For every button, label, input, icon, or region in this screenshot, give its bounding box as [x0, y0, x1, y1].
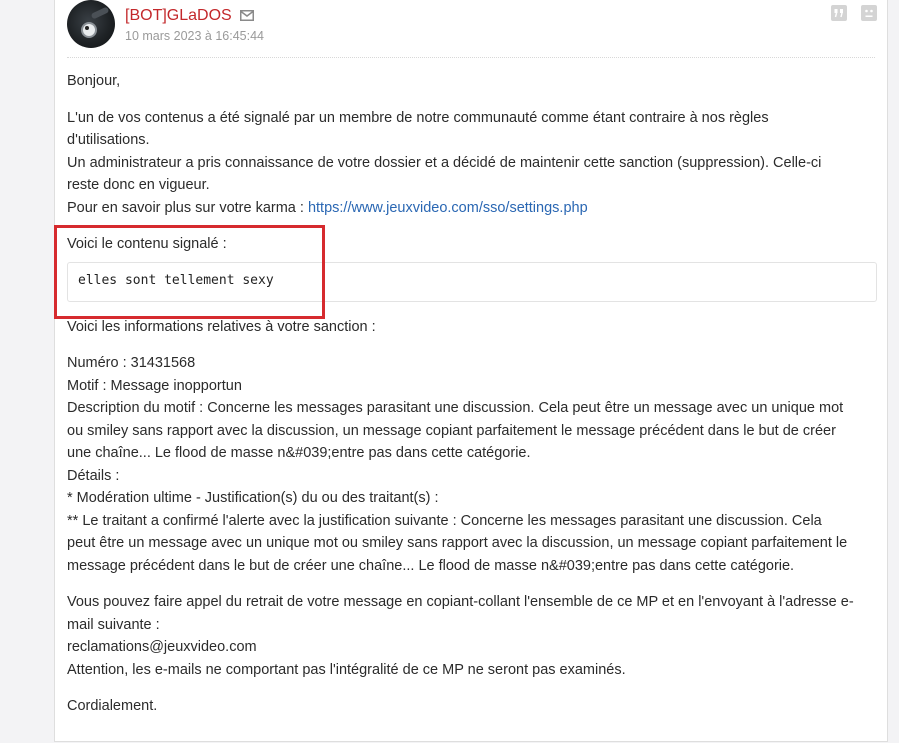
sanction-intro: Voici les informations relatives à votre…	[67, 318, 376, 335]
report-icon[interactable]	[861, 5, 877, 21]
sanction-line: Motif : Message inopportun	[67, 377, 242, 394]
avatar-robot-arm	[90, 6, 110, 20]
message-body: Bonjour, L'un de vos contenus a été sign…	[67, 70, 877, 732]
sanction-line: * Modération ultime - Justification(s) d…	[67, 490, 439, 506]
reported-content-box: elles sont tellement sexy	[67, 261, 877, 302]
intro-paragraph: L'un de vos contenus a été signalé par u…	[67, 107, 877, 220]
sanction-details: Numéro : 31431568 Motif : Message inoppo…	[67, 352, 877, 577]
intro-line: Un administrateur a pris connaissance de…	[67, 154, 822, 171]
avatar-robot-pupil	[85, 26, 89, 30]
quote-icon[interactable]	[831, 5, 847, 21]
sanction-line: Numéro : 31431568	[67, 355, 196, 371]
appeal-line: Vous pouvez faire appel du retrait de vo…	[67, 594, 854, 610]
karma-prefix: Pour en savoir plus sur votre karma :	[67, 199, 308, 216]
karma-line: Pour en savoir plus sur votre karma : ht…	[67, 197, 877, 220]
karma-link[interactable]: https://www.jeuxvideo.com/sso/settings.p…	[308, 200, 588, 216]
appeal-email: reclamations@jeuxvideo.com	[67, 639, 257, 655]
intro-line: L'un de vos contenus a été signalé par u…	[67, 109, 769, 126]
sanction-line: message précédent dans le but de créer u…	[67, 557, 795, 574]
avatar-robot-eye	[81, 22, 97, 38]
appeal-line: Attention, les e-mails ne comportant pas…	[67, 661, 626, 678]
greeting: Bonjour,	[67, 73, 121, 89]
reported-content: elles sont tellement sexy	[78, 273, 274, 289]
sanction-line: Description du motif : Concerne les mess…	[67, 400, 844, 416]
sanction-line: ou smiley sans rapport avec la discussio…	[67, 422, 836, 439]
appeal-paragraph: Vous pouvez faire appel du retrait de vo…	[67, 591, 877, 681]
sanction-line: une chaîne... Le flood de masse n&#039;e…	[67, 445, 531, 461]
intro-line: d'utilisations.	[67, 132, 150, 148]
avatar[interactable]	[67, 0, 115, 48]
closing: Cordialement.	[67, 698, 158, 714]
message-date: 10 mars 2023 à 16:45:44	[125, 29, 264, 43]
header-separator	[67, 57, 875, 58]
sanction-line: ** Le traitant a confirmé l'alerte avec …	[67, 512, 822, 529]
envelope-icon[interactable]	[240, 10, 254, 21]
author-name[interactable]: [BOT]GLaDOS	[125, 6, 232, 26]
intro-line: reste donc en vigueur.	[67, 177, 210, 193]
appeal-line: mail suivante :	[67, 616, 160, 633]
sanction-line: Détails :	[67, 467, 120, 484]
message-card: [BOT]GLaDOS 10 mars 2023 à 16:45:44 Bonj…	[54, 0, 888, 742]
reported-label: Voici le contenu signalé :	[67, 236, 227, 252]
sanction-line: peut être un message avec un unique mot …	[67, 535, 848, 551]
